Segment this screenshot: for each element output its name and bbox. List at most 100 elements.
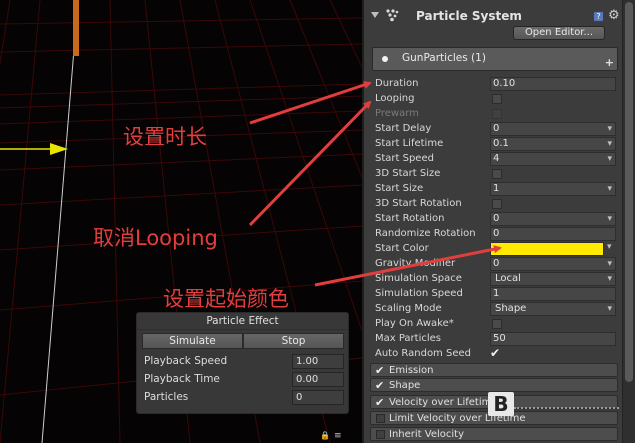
module-check-icon[interactable]: ✔ bbox=[375, 379, 384, 392]
playback-time-field[interactable]: 0.00 bbox=[292, 372, 344, 387]
auto-random-seed-row: Auto Random Seed ✔ bbox=[364, 346, 622, 362]
start-color-label: Start Color bbox=[375, 243, 429, 254]
module-check-icon[interactable]: ✔ bbox=[375, 396, 384, 409]
simulation-speed-field[interactable]: 1 bbox=[490, 287, 616, 301]
component-title: Particle System bbox=[416, 9, 522, 23]
stop-button[interactable]: Stop bbox=[243, 333, 344, 349]
playback-time-row: Playback Time 0.00 bbox=[144, 372, 344, 388]
watermark-logo: B bbox=[488, 392, 514, 416]
module-label: Emission bbox=[389, 365, 434, 376]
start-size-3d-checkbox[interactable] bbox=[492, 169, 502, 179]
module-check-icon[interactable]: ✔ bbox=[375, 364, 384, 377]
open-editor-button[interactable]: Open Editor... bbox=[513, 26, 605, 40]
module-shape[interactable]: ✔ Shape bbox=[370, 378, 618, 392]
simulation-space-dropdown[interactable]: Local bbox=[490, 272, 616, 286]
scaling-mode-dropdown[interactable]: Shape bbox=[490, 302, 616, 316]
start-delay-label: Start Delay bbox=[375, 123, 432, 134]
looping-label: Looping bbox=[375, 93, 415, 104]
start-size-3d-row: 3D Start Size bbox=[364, 167, 622, 182]
prewarm-row: Prewarm bbox=[364, 107, 622, 122]
module-label: Velocity over Lifetime bbox=[389, 397, 498, 408]
inspector-panel: Particle System ? ⚙ Open Editor... GunPa… bbox=[362, 0, 635, 443]
module-label: Shape bbox=[389, 380, 421, 391]
add-plus-icon[interactable]: + bbox=[605, 56, 614, 69]
menu-icon[interactable]: ≡ bbox=[334, 431, 342, 441]
module-label: Inherit Velocity bbox=[389, 429, 464, 440]
duration-field[interactable]: 0.10 bbox=[490, 77, 616, 91]
max-particles-row: Max Particles 50 bbox=[364, 332, 622, 347]
lock-icon[interactable]: 🔒 bbox=[320, 431, 330, 440]
start-lifetime-label: Start Lifetime bbox=[375, 138, 444, 149]
scaling-mode-label: Scaling Mode bbox=[375, 303, 442, 314]
playback-speed-label: Playback Speed bbox=[144, 355, 228, 367]
gravity-modifier-row: Gravity Modifier 0 bbox=[364, 257, 622, 272]
max-particles-field[interactable]: 50 bbox=[490, 332, 616, 346]
simulation-space-label: Simulation Space bbox=[375, 273, 462, 284]
particle-system-header[interactable]: Particle System ? ⚙ bbox=[364, 6, 622, 28]
prewarm-checkbox bbox=[492, 109, 502, 119]
particle-system-name: GunParticles (1) bbox=[402, 52, 486, 64]
gear-icon[interactable]: ⚙ bbox=[608, 8, 620, 23]
start-rotation-3d-checkbox[interactable] bbox=[492, 199, 502, 209]
simulate-button[interactable]: Simulate bbox=[142, 333, 243, 349]
randomize-rotation-field[interactable]: 0 bbox=[490, 227, 616, 241]
start-size-3d-label: 3D Start Size bbox=[375, 168, 441, 179]
start-rotation-field[interactable]: 0 bbox=[490, 212, 616, 226]
annotation-set-start-color: 设置起始颜色 bbox=[163, 287, 289, 311]
axis-line bbox=[41, 0, 79, 443]
start-size-field[interactable]: 1 bbox=[490, 182, 616, 196]
looping-row: Looping bbox=[364, 92, 622, 107]
particles-label: Particles bbox=[144, 391, 189, 403]
start-delay-field[interactable]: 0 bbox=[490, 122, 616, 136]
simulation-speed-row: Simulation Speed 1 bbox=[364, 287, 622, 302]
start-speed-field[interactable]: 4 bbox=[490, 152, 616, 166]
particle-effect-title: Particle Effect bbox=[137, 313, 348, 330]
start-speed-label: Start Speed bbox=[375, 153, 434, 164]
module-checkbox[interactable] bbox=[376, 430, 385, 439]
start-delay-row: Start Delay 0 bbox=[364, 122, 622, 137]
start-color-swatch[interactable] bbox=[490, 242, 604, 256]
watermark-dots bbox=[514, 407, 619, 409]
auto-random-seed-label: Auto Random Seed bbox=[375, 348, 471, 359]
start-size-row: Start Size 1 bbox=[364, 182, 622, 197]
help-icon[interactable]: ? bbox=[593, 11, 604, 22]
gravity-modifier-field[interactable]: 0 bbox=[490, 257, 616, 271]
start-rotation-row: Start Rotation 0 bbox=[364, 212, 622, 227]
start-rotation-label: Start Rotation bbox=[375, 213, 445, 224]
start-speed-row: Start Speed 4 bbox=[364, 152, 622, 167]
playback-speed-field[interactable]: 1.00 bbox=[292, 354, 344, 369]
duration-label: Duration bbox=[375, 78, 419, 89]
module-inherit-velocity[interactable]: Inherit Velocity bbox=[370, 427, 618, 441]
start-color-row: Start Color ▾ bbox=[364, 242, 622, 257]
module-emission[interactable]: ✔ Emission bbox=[370, 363, 618, 377]
module-checkbox[interactable] bbox=[376, 414, 385, 423]
simulation-speed-label: Simulation Speed bbox=[375, 288, 463, 299]
randomize-rotation-row: Randomize Rotation 0 bbox=[364, 227, 622, 242]
start-lifetime-field[interactable]: 0.1 bbox=[490, 137, 616, 151]
particles-count-field: 0 bbox=[292, 390, 344, 405]
annotation-set-duration: 设置时长 bbox=[123, 125, 207, 149]
play-on-awake-label: Play On Awake* bbox=[375, 318, 454, 329]
simulation-space-row: Simulation Space Local bbox=[364, 272, 622, 287]
start-rotation-3d-row: 3D Start Rotation bbox=[364, 197, 622, 212]
annotation-cancel-looping: 取消Looping bbox=[93, 226, 218, 250]
gravity-modifier-label: Gravity Modifier bbox=[375, 258, 456, 269]
scene-toolbar: 🔒 ≡ bbox=[320, 428, 362, 443]
particle-system-icon bbox=[386, 9, 399, 22]
particle-main-module-header[interactable]: GunParticles (1) + bbox=[372, 47, 618, 71]
scrollbar-thumb[interactable] bbox=[625, 2, 633, 382]
scaling-mode-row: Scaling Mode Shape bbox=[364, 302, 622, 317]
inspector-scrollbar[interactable] bbox=[622, 0, 635, 443]
play-on-awake-checkbox[interactable] bbox=[492, 319, 502, 329]
start-color-dropdown-icon[interactable]: ▾ bbox=[607, 242, 612, 252]
particles-row: Particles 0 bbox=[144, 390, 344, 406]
start-lifetime-row: Start Lifetime 0.1 bbox=[364, 137, 622, 152]
foldout-arrow-icon[interactable] bbox=[371, 12, 379, 18]
playback-speed-row: Playback Speed 1.00 bbox=[144, 354, 344, 370]
scene-object[interactable] bbox=[73, 0, 79, 56]
particle-dot-icon bbox=[382, 56, 388, 62]
play-on-awake-row: Play On Awake* bbox=[364, 317, 622, 332]
auto-random-seed-checkmark-icon[interactable]: ✔ bbox=[490, 346, 500, 360]
looping-checkbox[interactable] bbox=[492, 94, 502, 104]
start-size-label: Start Size bbox=[375, 183, 424, 194]
